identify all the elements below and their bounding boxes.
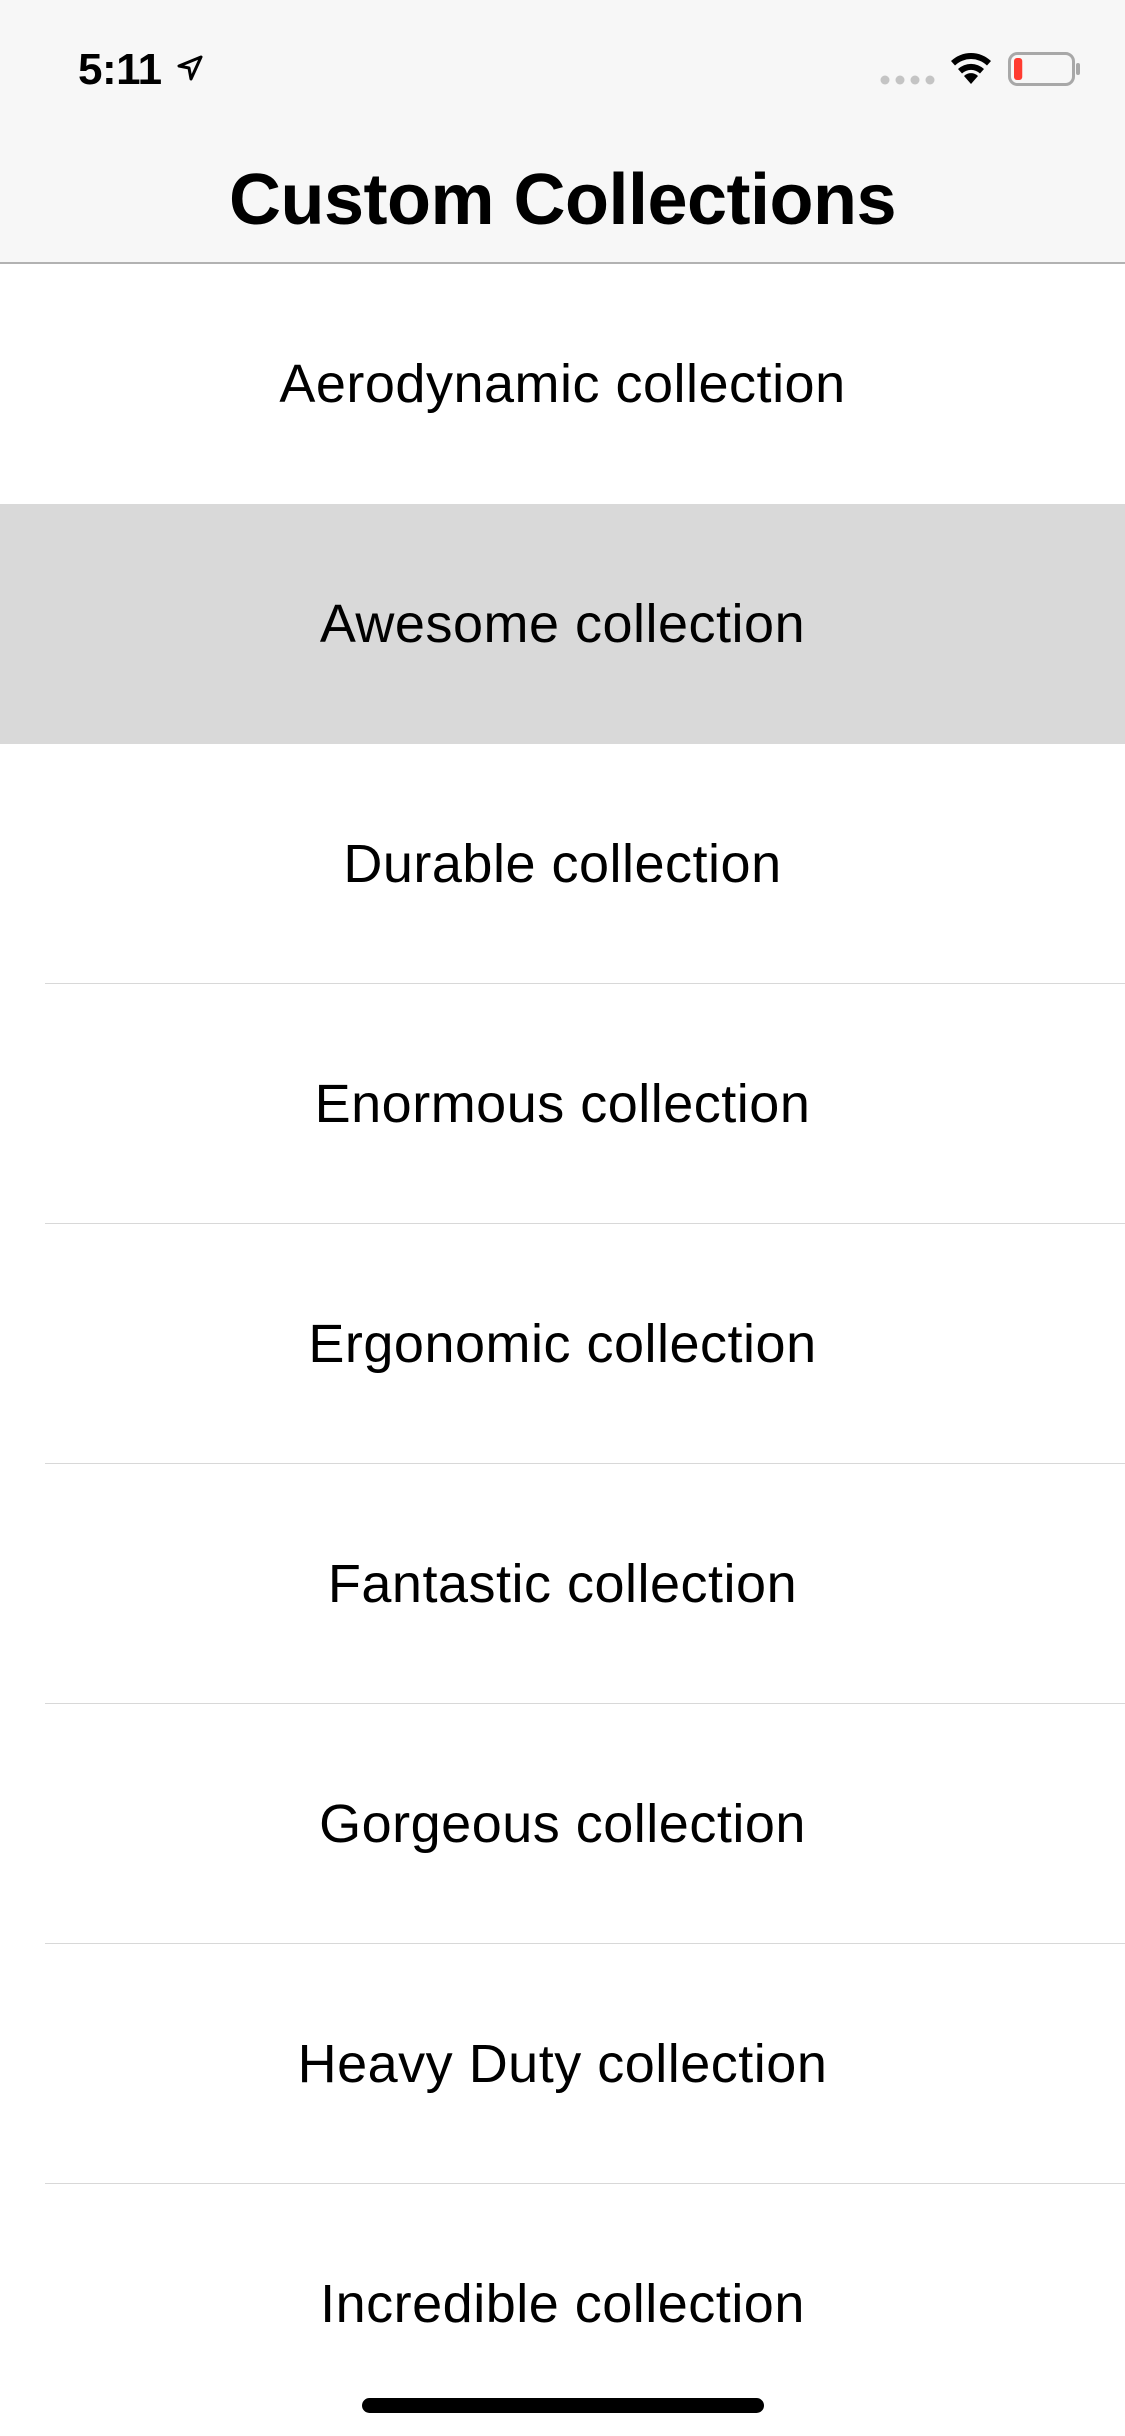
list-item-label: Incredible collection (320, 2274, 805, 2334)
wifi-icon (951, 53, 991, 84)
list-item[interactable]: Enormous collection (0, 984, 1125, 1224)
status-bar: 5:11 (0, 0, 1125, 132)
list-item[interactable]: Ergonomic collection (0, 1224, 1125, 1464)
list-item[interactable]: Heavy Duty collection (0, 1944, 1125, 2184)
list-item-label: Fantastic collection (327, 1554, 798, 1614)
list-item-label: Durable collection (343, 834, 782, 894)
status-time: 5:11 (78, 45, 162, 94)
list-item-label: Gorgeous collection (319, 1794, 806, 1854)
list-item[interactable]: Gorgeous collection (0, 1704, 1125, 1944)
home-indicator[interactable] (362, 2398, 764, 2413)
navigation-bar: Custom Collections (0, 132, 1125, 264)
list-item-label: Awesome collection (319, 594, 806, 654)
list-item[interactable]: Aerodynamic collection (0, 264, 1125, 504)
battery-low-icon (1008, 52, 1080, 86)
page-title: Custom Collections (228, 160, 897, 240)
battery-fill (1014, 58, 1023, 80)
list-item-label: Enormous collection (314, 1074, 811, 1134)
list-item[interactable]: Durable collection (0, 744, 1125, 984)
list-item[interactable]: Fantastic collection (0, 1464, 1125, 1704)
cellular-signal-icon (880, 75, 935, 85)
list-item-label: Ergonomic collection (308, 1314, 817, 1374)
collection-list: Aerodynamic collection Awesome collection… (0, 264, 1125, 2424)
list-item-label: Aerodynamic collection (279, 354, 846, 414)
list-item-label: Heavy Duty collection (297, 2034, 828, 2094)
list-item[interactable]: Awesome collection (0, 504, 1125, 744)
list-item[interactable]: Incredible collection (0, 2184, 1125, 2424)
location-arrow-icon (177, 55, 203, 81)
